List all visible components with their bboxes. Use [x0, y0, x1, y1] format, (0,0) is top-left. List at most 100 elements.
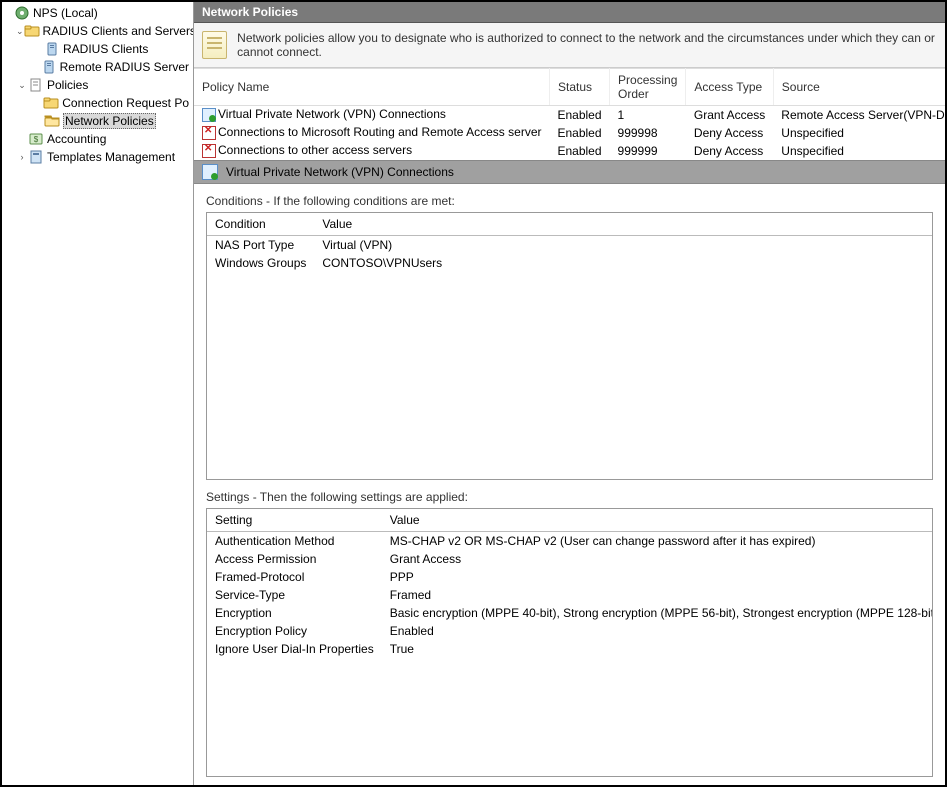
setting-value: Grant Access — [382, 550, 933, 568]
col-policy-name[interactable]: Policy Name — [194, 69, 549, 106]
setting-name: Framed-Protocol — [207, 568, 382, 586]
policy-access: Deny Access — [686, 124, 773, 142]
nav-tree: NPS (Local) ⌄ RADIUS Clients and Servers — [2, 2, 194, 785]
table-row[interactable]: Framed-ProtocolPPP — [207, 568, 933, 586]
tree-label: RADIUS Clients — [63, 42, 148, 56]
tree-node-policies[interactable]: ⌄ Policies — [2, 76, 193, 94]
condition-value: CONTOSO\VPNUsers — [314, 254, 932, 272]
selected-policy-name: Virtual Private Network (VPN) Connection… — [226, 165, 454, 179]
table-row[interactable]: Access PermissionGrant Access — [207, 550, 933, 568]
col-access[interactable]: Access Type — [686, 69, 773, 106]
settings-label: Settings - Then the following settings a… — [194, 480, 945, 508]
chevron-right-icon: › — [16, 152, 28, 162]
info-banner: Network policies allow you to designate … — [194, 23, 945, 68]
tree-node-connection-request[interactable]: Connection Request Po — [2, 94, 193, 112]
setting-name: Encryption — [207, 604, 382, 622]
setting-value: Basic encryption (MPPE 40-bit), Strong e… — [382, 604, 933, 622]
accounting-icon: $ — [28, 131, 44, 147]
table-row[interactable]: Connections to Microsoft Routing and Rem… — [194, 124, 945, 142]
document-icon — [202, 31, 227, 59]
policies-icon — [28, 77, 44, 93]
table-row[interactable]: Encryption PolicyEnabled — [207, 622, 933, 640]
setting-name: Encryption Policy — [207, 622, 382, 640]
setting-name: Authentication Method — [207, 532, 382, 551]
policy-ok-icon — [202, 164, 218, 180]
tree-node-network-policies[interactable]: Network Policies — [2, 112, 193, 130]
policy-table-header[interactable]: Policy Name Status Processing Order Acce… — [194, 69, 945, 106]
table-row[interactable]: Connections to other access servers Enabl… — [194, 142, 945, 160]
server-icon — [41, 59, 57, 75]
condition-value: Virtual (VPN) — [314, 235, 932, 254]
conditions-label: Conditions - If the following conditions… — [194, 184, 945, 212]
policy-source: Unspecified — [773, 124, 945, 142]
col-value[interactable]: Value — [314, 213, 932, 236]
tree-node-radius-clients[interactable]: RADIUS Clients — [2, 40, 193, 58]
settings-box: Setting Value Authentication MethodMS-CH… — [206, 508, 933, 777]
tree-label: Templates Management — [47, 150, 175, 164]
templates-icon — [28, 149, 44, 165]
policy-ok-icon — [202, 108, 216, 122]
policy-deny-icon — [202, 126, 216, 140]
tree-node-radius-clients-servers[interactable]: ⌄ RADIUS Clients and Servers — [2, 22, 193, 40]
policy-order: 999999 — [610, 142, 686, 160]
policy-order: 1 — [610, 106, 686, 124]
svg-text:$: $ — [34, 135, 39, 144]
col-value[interactable]: Value — [382, 509, 933, 532]
table-row[interactable]: Ignore User Dial-In PropertiesTrue — [207, 640, 933, 658]
setting-value: Enabled — [382, 622, 933, 640]
table-row[interactable]: Windows GroupsCONTOSO\VPNUsers — [207, 254, 932, 272]
policy-name: Connections to other access servers — [218, 143, 412, 157]
col-source[interactable]: Source — [773, 69, 945, 106]
table-row[interactable]: NAS Port TypeVirtual (VPN) — [207, 235, 932, 254]
policy-access: Deny Access — [686, 142, 773, 160]
policy-name: Connections to Microsoft Routing and Rem… — [218, 125, 541, 139]
setting-value: True — [382, 640, 933, 658]
tree-label: Accounting — [47, 132, 106, 146]
policy-status: Enabled — [549, 106, 609, 124]
col-order[interactable]: Processing Order — [610, 69, 686, 106]
nps-icon — [14, 5, 30, 21]
setting-name: Ignore User Dial-In Properties — [207, 640, 382, 658]
conditions-table: Condition Value NAS Port TypeVirtual (VP… — [207, 213, 932, 272]
col-setting[interactable]: Setting — [207, 509, 382, 532]
policy-table: Policy Name Status Processing Order Acce… — [194, 68, 945, 160]
conditions-box: Condition Value NAS Port TypeVirtual (VP… — [206, 212, 933, 481]
setting-value: MS-CHAP v2 OR MS-CHAP v2 (User can chang… — [382, 532, 933, 551]
policy-status: Enabled — [549, 124, 609, 142]
info-text: Network policies allow you to designate … — [237, 31, 937, 59]
folder-open-icon — [44, 113, 60, 129]
policy-source: Remote Access Server(VPN-Dial up) — [773, 106, 945, 124]
content-pane: Network Policies Network policies allow … — [194, 2, 945, 785]
col-status[interactable]: Status — [549, 69, 609, 106]
table-row[interactable]: Service-TypeFramed — [207, 586, 933, 604]
table-row[interactable]: Authentication MethodMS-CHAP v2 OR MS-CH… — [207, 532, 933, 551]
col-condition[interactable]: Condition — [207, 213, 314, 236]
tree-label: Network Policies — [63, 113, 156, 129]
condition-name: Windows Groups — [207, 254, 314, 272]
server-icon — [44, 41, 60, 57]
tree-label: RADIUS Clients and Servers — [43, 24, 194, 38]
condition-name: NAS Port Type — [207, 235, 314, 254]
table-row[interactable]: EncryptionBasic encryption (MPPE 40-bit)… — [207, 604, 933, 622]
setting-value: PPP — [382, 568, 933, 586]
tree-node-templates[interactable]: › Templates Management — [2, 148, 193, 166]
tree-label: Remote RADIUS Server — [60, 60, 189, 74]
chevron-down-icon: ⌄ — [16, 80, 28, 91]
setting-name: Service-Type — [207, 586, 382, 604]
selected-policy-header: Virtual Private Network (VPN) Connection… — [194, 160, 945, 184]
policy-status: Enabled — [549, 142, 609, 160]
setting-name: Access Permission — [207, 550, 382, 568]
tree-node-nps[interactable]: NPS (Local) — [2, 4, 193, 22]
table-row[interactable]: Virtual Private Network (VPN) Connection… — [194, 106, 945, 124]
tree-node-remote-radius[interactable]: Remote RADIUS Server — [2, 58, 193, 76]
policy-source: Unspecified — [773, 142, 945, 160]
policy-name: Virtual Private Network (VPN) Connection… — [218, 107, 446, 121]
folder-icon — [43, 95, 59, 111]
tree-label: NPS (Local) — [33, 6, 98, 20]
policy-access: Grant Access — [686, 106, 773, 124]
policy-order: 999998 — [610, 124, 686, 142]
policy-deny-icon — [202, 144, 216, 158]
tree-label: Connection Request Po — [62, 96, 189, 110]
folder-icon — [24, 23, 40, 39]
tree-node-accounting[interactable]: $ Accounting — [2, 130, 193, 148]
